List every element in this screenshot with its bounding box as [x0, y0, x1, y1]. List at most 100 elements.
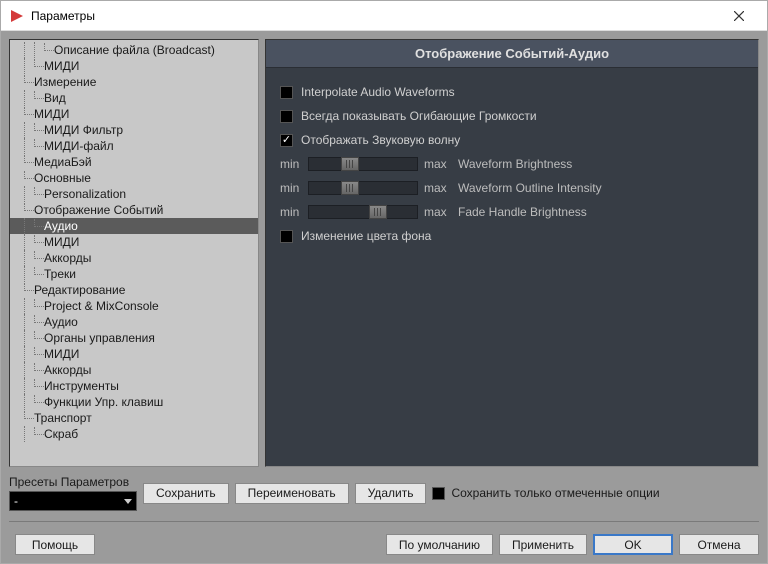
tree-item[interactable]: Аудио: [10, 314, 258, 330]
preset-value: -: [14, 494, 18, 508]
tree-item[interactable]: МИДИ: [10, 106, 258, 122]
tree-item-label: МИДИ-файл: [44, 139, 114, 153]
tree-item[interactable]: МИДИ: [10, 234, 258, 250]
tree-item[interactable]: Основные: [10, 170, 258, 186]
tree-item-label: Personalization: [44, 187, 126, 201]
slider-thumb[interactable]: [341, 157, 359, 171]
titlebar: Параметры: [1, 1, 767, 31]
bg-color-checkbox[interactable]: [280, 230, 293, 243]
tree-item-label: Project & MixConsole: [44, 299, 159, 313]
ok-button[interactable]: OK: [593, 534, 673, 555]
slider-label: Waveform Brightness: [458, 157, 572, 171]
save-marked-checkbox[interactable]: [432, 487, 445, 500]
slider[interactable]: [308, 205, 418, 219]
tree-item[interactable]: Измерение: [10, 74, 258, 90]
slider-min-label: min: [280, 157, 302, 171]
preset-select[interactable]: -: [9, 491, 137, 511]
option-row: Interpolate Audio Waveforms: [280, 80, 744, 104]
tree-item-label: Измерение: [34, 75, 96, 89]
divider: [9, 521, 759, 522]
slider-row: min max Waveform Brightness: [280, 152, 744, 176]
tree-item[interactable]: Редактирование: [10, 282, 258, 298]
tree-item[interactable]: МИДИ-файл: [10, 138, 258, 154]
tree-item[interactable]: Описание файла (Broadcast): [10, 42, 258, 58]
app-icon: [9, 8, 25, 24]
slider-min-label: min: [280, 205, 302, 219]
tree-item-label: Описание файла (Broadcast): [54, 43, 215, 57]
tree-item[interactable]: Аккорды: [10, 250, 258, 266]
tree-item-label: Редактирование: [34, 283, 125, 297]
tree-item[interactable]: Personalization: [10, 186, 258, 202]
tree-item-label: Аккорды: [44, 251, 91, 265]
tree-item-label: МИДИ: [34, 107, 69, 121]
panels: Описание файла (Broadcast)МИДИИзмерениеВ…: [9, 39, 759, 467]
tree-item[interactable]: Отображение Событий: [10, 202, 258, 218]
tree-item[interactable]: МИДИ Фильтр: [10, 122, 258, 138]
close-button[interactable]: [719, 1, 759, 30]
tree-item-label: МИДИ: [44, 347, 79, 361]
tree-item[interactable]: Треки: [10, 266, 258, 282]
detail-panel: Отображение Событий-Аудио Interpolate Au…: [265, 39, 759, 467]
save-marked-label: Сохранить только отмеченные опции: [451, 486, 659, 500]
slider-row: min max Fade Handle Brightness: [280, 200, 744, 224]
option-label: Всегда показывать Огибающие Громкости: [301, 109, 537, 123]
tree-item[interactable]: Функции Упр. клавиш: [10, 394, 258, 410]
slider[interactable]: [308, 181, 418, 195]
defaults-button[interactable]: По умолчанию: [386, 534, 493, 555]
tree-item-label: МедиаБэй: [34, 155, 92, 169]
tree-item-label: Аудио: [44, 219, 78, 233]
tree-item[interactable]: Вид: [10, 90, 258, 106]
option-row: Изменение цвета фона: [280, 224, 744, 248]
tree-item-label: МИДИ Фильтр: [44, 123, 123, 137]
tree-item-label: Треки: [44, 267, 76, 281]
option-checkbox[interactable]: [280, 110, 293, 123]
option-row: Отображать Звуковую волну: [280, 128, 744, 152]
tree-item[interactable]: МИДИ: [10, 58, 258, 74]
option-checkbox[interactable]: [280, 86, 293, 99]
apply-button[interactable]: Применить: [499, 534, 587, 555]
preset-rename-button[interactable]: Переименовать: [235, 483, 349, 504]
tree-item[interactable]: Project & MixConsole: [10, 298, 258, 314]
tree-item-label: Инструменты: [44, 379, 119, 393]
cancel-button[interactable]: Отмена: [679, 534, 759, 555]
preset-delete-button[interactable]: Удалить: [355, 483, 427, 504]
slider-max-label: max: [424, 157, 446, 171]
tree-item-label: Вид: [44, 91, 66, 105]
option-checkbox[interactable]: [280, 134, 293, 147]
content-area: Описание файла (Broadcast)МИДИИзмерениеВ…: [1, 31, 767, 563]
tree-item-label: Скраб: [44, 427, 78, 441]
tree-item[interactable]: МИДИ: [10, 346, 258, 362]
tree-item[interactable]: Аудио: [10, 218, 258, 234]
tree-item-label: Транспорт: [34, 411, 92, 425]
slider-label: Waveform Outline Intensity: [458, 181, 602, 195]
slider-max-label: max: [424, 205, 446, 219]
slider-thumb[interactable]: [369, 205, 387, 219]
tree-item-label: Основные: [34, 171, 91, 185]
window-title: Параметры: [31, 9, 719, 23]
slider[interactable]: [308, 157, 418, 171]
tree-item[interactable]: МедиаБэй: [10, 154, 258, 170]
tree-item[interactable]: Аккорды: [10, 362, 258, 378]
tree-item-label: Аудио: [44, 315, 78, 329]
slider-thumb[interactable]: [341, 181, 359, 195]
slider-max-label: max: [424, 181, 446, 195]
slider-min-label: min: [280, 181, 302, 195]
detail-title: Отображение Событий-Аудио: [266, 40, 758, 68]
category-tree[interactable]: Описание файла (Broadcast)МИДИИзмерениеВ…: [9, 39, 259, 467]
bg-color-label: Изменение цвета фона: [301, 229, 431, 243]
option-label: Отображать Звуковую волну: [301, 133, 460, 147]
help-button[interactable]: Помощь: [15, 534, 95, 555]
tree-item[interactable]: Скраб: [10, 426, 258, 442]
option-label: Interpolate Audio Waveforms: [301, 85, 455, 99]
tree-item[interactable]: Органы управления: [10, 330, 258, 346]
tree-item[interactable]: Транспорт: [10, 410, 258, 426]
preset-save-button[interactable]: Сохранить: [143, 483, 229, 504]
tree-item-label: Аккорды: [44, 363, 91, 377]
slider-label: Fade Handle Brightness: [458, 205, 587, 219]
slider-row: min max Waveform Outline Intensity: [280, 176, 744, 200]
presets-label: Пресеты Параметров: [9, 475, 137, 489]
tree-item[interactable]: Инструменты: [10, 378, 258, 394]
tree-item-label: Отображение Событий: [34, 203, 163, 217]
tree-item-label: МИДИ: [44, 235, 79, 249]
chevron-down-icon: [124, 499, 132, 504]
